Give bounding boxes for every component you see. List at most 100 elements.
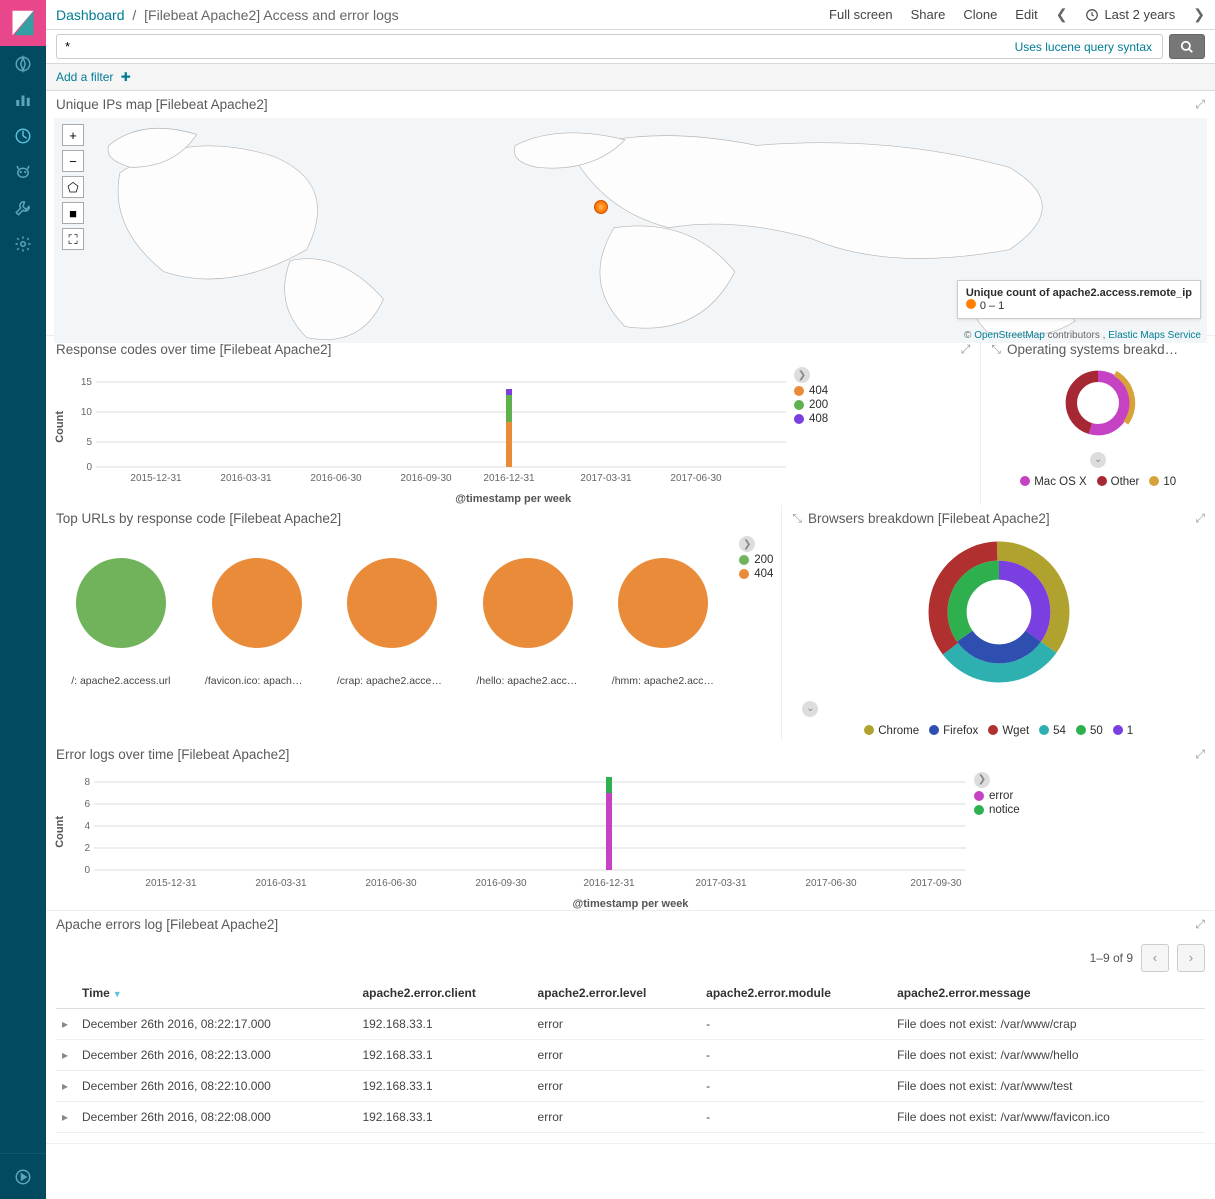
nav-collapse-icon[interactable] [0,1153,46,1199]
table-row[interactable]: ▸December 26th 2016, 08:22:08.000192.168… [56,1101,1205,1132]
expand-icon[interactable]: ⤢ [961,342,971,357]
svg-text:2016-09-30: 2016-09-30 [400,473,452,484]
pie-chart[interactable] [210,556,305,651]
os-donut-chart[interactable] [1058,363,1138,443]
pie-label: /hello: apache2.acc… [476,675,577,687]
legend-toggle-icon[interactable]: ❯ [974,772,990,788]
expand-icon[interactable]: ⤢ [1195,511,1205,526]
pie-label: /hmm: apache2.acc… [612,675,714,687]
legend-item[interactable]: Firefox [929,725,978,737]
pie-chart[interactable] [481,556,576,651]
legend-item[interactable]: 10 [1149,476,1176,488]
legend-item[interactable]: 404 [754,568,773,580]
legend-item[interactable]: 54 [1039,725,1066,737]
nav-management-icon[interactable] [0,226,46,262]
nav-timelion-icon[interactable] [0,154,46,190]
legend-item[interactable]: 404 [809,385,828,397]
legend-item[interactable]: 408 [809,413,828,425]
col-time[interactable]: Time▼ [76,978,356,1009]
table-cell: December 26th 2016, 08:22:13.000 [76,1039,356,1070]
zoom-in-button[interactable]: + [62,124,84,146]
legend-item[interactable]: 200 [809,399,828,411]
nav-dashboard-icon[interactable] [0,118,46,154]
pie-chart[interactable] [345,556,440,651]
kibana-logo[interactable] [0,0,46,46]
legend-toggle-icon[interactable]: ❯ [739,536,755,552]
expand-icon[interactable]: ⤢ [1195,917,1205,932]
draw-rect-button[interactable]: ■ [62,202,84,224]
table-row[interactable]: ▸December 26th 2016, 08:22:10.000192.168… [56,1070,1205,1101]
legend-toggle-icon[interactable]: ⌄ [802,701,818,717]
svg-text:0: 0 [86,462,92,473]
pie-chart[interactable] [74,556,169,651]
svg-text:2017-03-31: 2017-03-31 [580,473,632,484]
expand-icon[interactable]: ⤡ [792,511,802,526]
time-next-icon[interactable]: ❯ [1193,6,1205,23]
browsers-donut-chart[interactable] [919,532,1079,692]
col-message[interactable]: apache2.error.message [891,978,1205,1009]
col-client[interactable]: apache2.error.client [356,978,531,1009]
breadcrumb-root[interactable]: Dashboard [56,7,125,23]
col-module[interactable]: apache2.error.module [700,978,891,1009]
ems-link[interactable]: Elastic Maps Service [1108,330,1201,341]
legend-toggle-icon[interactable]: ⌄ [1090,452,1106,468]
row-expand-icon[interactable]: ▸ [56,1101,76,1132]
fit-bounds-button[interactable]: ⛶ [62,228,84,250]
errors-table: Time▼ apache2.error.client apache2.error… [56,978,1205,1133]
legend-item[interactable]: 50 [1076,725,1103,737]
svg-text:2015-12-31: 2015-12-31 [130,473,182,484]
row-expand-icon[interactable]: ▸ [56,1070,76,1101]
expand-icon[interactable]: ⤡ [991,342,1001,357]
table-cell: December 26th 2016, 08:22:17.000 [76,1008,356,1039]
search-hint-link[interactable]: Uses lucene query syntax [1015,40,1152,54]
legend-item[interactable]: Chrome [864,725,919,737]
page-next-button[interactable]: › [1177,944,1205,972]
legend-item[interactable]: Mac OS X [1020,476,1086,488]
map-legend: Unique count of apache2.access.remote_ip… [957,280,1201,319]
legend-item[interactable]: 200 [754,554,773,566]
legend-item[interactable]: 1 [1113,725,1133,737]
svg-text:2016-12-31: 2016-12-31 [583,878,635,889]
browsers-title: Browsers breakdown [Filebeat Apache2] [808,511,1050,526]
map-canvas[interactable]: + − ⬠ ■ ⛶ Unique count of apache2.access… [54,118,1207,343]
page-prev-button[interactable]: ‹ [1141,944,1169,972]
nav-devtools-icon[interactable] [0,190,46,226]
error-logs-chart[interactable]: 86420 2015-12-312016-03-312016-06-302016… [66,772,966,892]
svg-text:5: 5 [86,437,92,448]
table-row[interactable]: ▸December 26th 2016, 08:22:13.000192.168… [56,1039,1205,1070]
search-input[interactable] [65,39,974,54]
map-marker[interactable] [594,200,608,214]
response-codes-chart[interactable]: 151050 2015-12-312016-03-312016-06-30201… [66,367,786,487]
table-cell: File does not exist: /var/www/favicon.ic… [891,1101,1205,1132]
svg-text:15: 15 [81,377,93,388]
add-filter-button[interactable]: Add a filter ✚ [56,70,131,84]
share-button[interactable]: Share [911,7,946,22]
time-picker[interactable]: Last 2 years [1085,7,1175,22]
clone-button[interactable]: Clone [963,7,997,22]
legend-item[interactable]: notice [989,804,1020,816]
table-row[interactable]: ▸December 26th 2016, 08:22:17.000192.168… [56,1008,1205,1039]
zoom-out-button[interactable]: − [62,150,84,172]
legend-item[interactable]: error [989,790,1013,802]
table-cell: error [532,1101,701,1132]
row-expand-icon[interactable]: ▸ [56,1008,76,1039]
svg-text:2017-06-30: 2017-06-30 [670,473,722,484]
edit-button[interactable]: Edit [1015,7,1037,22]
nav-visualize-icon[interactable] [0,82,46,118]
legend-item[interactable]: Other [1097,476,1140,488]
draw-polygon-button[interactable]: ⬠ [62,176,84,198]
expand-icon[interactable]: ⤢ [1195,747,1205,762]
col-level[interactable]: apache2.error.level [532,978,701,1009]
legend-toggle-icon[interactable]: ❯ [794,367,810,383]
search-button[interactable] [1169,34,1205,59]
pie-chart[interactable] [616,556,711,651]
time-prev-icon[interactable]: ❮ [1056,6,1068,23]
table-cell: error [532,1070,701,1101]
fullscreen-button[interactable]: Full screen [829,7,893,22]
table-cell: 192.168.33.1 [356,1008,531,1039]
row-expand-icon[interactable]: ▸ [56,1039,76,1070]
nav-discover-icon[interactable] [0,46,46,82]
osm-link[interactable]: OpenStreetMap [974,330,1045,341]
expand-icon[interactable]: ⤢ [1195,97,1205,112]
legend-item[interactable]: Wget [988,725,1029,737]
